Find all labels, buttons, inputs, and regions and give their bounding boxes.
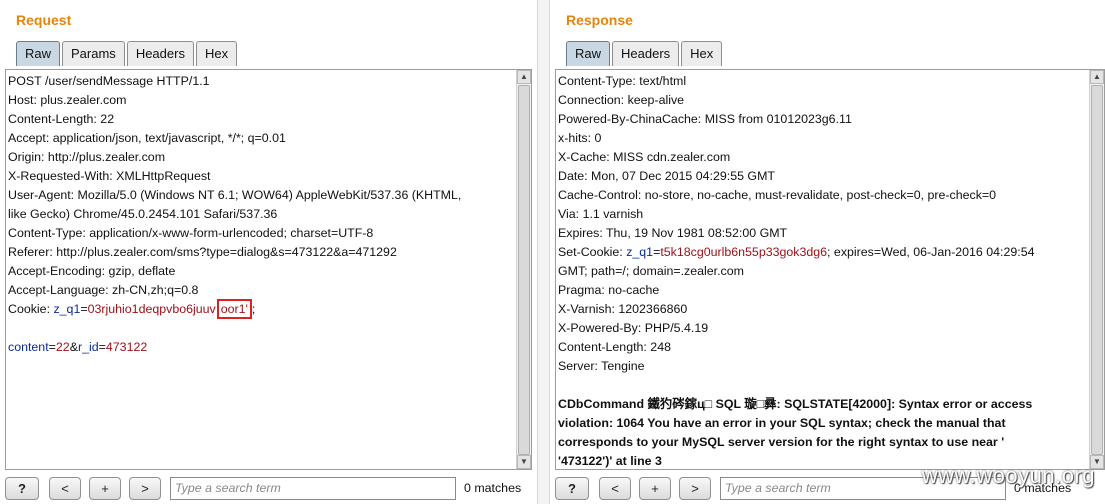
response-text[interactable]: Content-Type: text/html Connection: keep…: [558, 72, 1088, 469]
request-cookie-line: Cookie: z_q1=03rjuhio1deqpvbo6juuv oor1';: [8, 299, 515, 319]
request-line: User-Agent: Mozilla/5.0 (Windows NT 6.1;…: [8, 188, 462, 202]
response-prev-button[interactable]: <: [599, 476, 631, 500]
response-tab-raw[interactable]: Raw: [566, 41, 611, 66]
scroll-up-icon[interactable]: ▲: [1090, 70, 1104, 84]
response-line: Connection: keep-alive: [558, 93, 685, 107]
request-scrollbar[interactable]: ▲ ▼: [516, 70, 531, 469]
request-match-count: 0 matches: [464, 481, 522, 495]
request-line: Accept-Encoding: gzip, deflate: [8, 264, 176, 278]
response-panel: Response Raw Headers Hex Content-Type: t…: [550, 0, 1105, 504]
cookie-eq: =: [80, 302, 88, 316]
request-line: POST /user/sendMessage HTTP/1.1: [8, 74, 210, 88]
request-add-button[interactable]: +: [89, 476, 121, 500]
response-line: Via: 1.1 varnish: [558, 207, 644, 221]
request-line: Content-Length: 22: [8, 112, 115, 126]
body-param-rid-key: r_id: [77, 340, 99, 354]
set-cookie-name: z_q1: [626, 245, 654, 259]
request-line: Accept-Language: zh-CN,zh;q=0.8: [8, 283, 199, 297]
request-search-bar: ? < + > 0 matches: [5, 474, 521, 502]
cookie-name: z_q1: [53, 302, 81, 316]
response-line: Server: Tengine: [558, 359, 645, 373]
response-line: Cache-Control: no-store, no-cache, must-…: [558, 188, 997, 202]
request-next-button[interactable]: >: [129, 476, 161, 500]
request-line: like Gecko) Chrome/45.0.2454.101 Safari/…: [8, 207, 278, 221]
response-tabs: Raw Headers Hex: [566, 41, 724, 67]
response-set-cookie-line: Set-Cookie: z_q1=t5k18cg0urlb6n55p33gok3…: [558, 243, 1088, 262]
scroll-thumb[interactable]: [1091, 85, 1103, 455]
sql-error-line: corresponds to your MySQL server version…: [558, 435, 1005, 449]
response-editor[interactable]: Content-Type: text/html Connection: keep…: [555, 69, 1105, 470]
response-line: Powered-By-ChinaCache: MISS from 0101202…: [558, 112, 852, 126]
body-param-rid-value: 473122: [105, 340, 148, 354]
cookie-suffix: ;: [251, 302, 256, 316]
request-title: Request: [16, 12, 72, 28]
body-amp: &: [69, 340, 78, 354]
body-param-content-key: content: [8, 340, 49, 354]
request-search-input[interactable]: [170, 476, 456, 500]
response-line: X-Cache: MISS cdn.zealer.com: [558, 150, 731, 164]
request-blank-line: [8, 319, 515, 338]
panel-splitter[interactable]: [537, 0, 550, 504]
response-add-button[interactable]: +: [639, 476, 671, 500]
set-cookie-prefix: Set-Cookie:: [558, 245, 627, 259]
request-body-line: content=22&r_id=473122: [8, 338, 515, 357]
request-line: Accept: application/json, text/javascrip…: [8, 131, 286, 145]
body-eq: =: [98, 340, 106, 354]
response-line: Date: Mon, 07 Dec 2015 04:29:55 GMT: [558, 169, 775, 183]
response-search-input[interactable]: [720, 476, 1006, 500]
response-tab-headers[interactable]: Headers: [612, 41, 680, 66]
response-search-bar: ? < + > 0 matches: [555, 474, 1071, 502]
body-eq: =: [48, 340, 56, 354]
response-line: X-Varnish: 1202366860: [558, 302, 688, 316]
response-blank-line: [558, 376, 1088, 395]
request-tab-params[interactable]: Params: [62, 41, 125, 66]
body-param-content-value: 22: [55, 340, 70, 354]
cookie-prefix: Cookie:: [8, 302, 54, 316]
response-line: Expires: Thu, 19 Nov 1981 08:52:00 GMT: [558, 226, 788, 240]
sql-error-line: '473122')' at line 3: [558, 454, 662, 468]
response-line: Content-Length: 248: [558, 340, 671, 354]
response-help-button[interactable]: ?: [555, 476, 589, 500]
response-match-count: 0 matches: [1014, 481, 1072, 495]
cookie-value: 03rjuhio1deqpvbo6juuv: [87, 302, 216, 316]
request-prev-button[interactable]: <: [49, 476, 81, 500]
request-tabs: Raw Params Headers Hex: [16, 41, 239, 67]
request-line: Origin: http://plus.zealer.com: [8, 150, 166, 164]
request-line: X-Requested-With: XMLHttpRequest: [8, 169, 211, 183]
sql-error-line: violation: 1064 You have an error in you…: [558, 416, 1006, 430]
request-panel: Request Raw Params Headers Hex POST /use…: [0, 0, 537, 504]
response-line: x-hits: 0: [558, 131, 602, 145]
request-editor[interactable]: POST /user/sendMessage HTTP/1.1 Host: pl…: [5, 69, 532, 470]
sql-error-line: CDbCommand 鐵犳硶鎵ц□ SQL 璇□彞: SQLSTATE[4200…: [558, 397, 1033, 411]
request-help-button[interactable]: ?: [5, 476, 39, 500]
scroll-thumb[interactable]: [518, 85, 530, 455]
response-line: Pragma: no-cache: [558, 283, 660, 297]
response-title: Response: [566, 12, 633, 28]
response-next-button[interactable]: >: [679, 476, 711, 500]
response-scrollbar[interactable]: ▲ ▼: [1089, 70, 1104, 469]
request-line: Content-Type: application/x-www-form-url…: [8, 226, 374, 240]
response-line: GMT; path=/; domain=.zealer.com: [558, 264, 744, 278]
set-cookie-value: t5k18cg0urlb6n55p33gok3dg6: [660, 245, 828, 259]
injected-payload-highlight: oor1': [216, 299, 252, 319]
request-line: Host: plus.zealer.com: [8, 93, 127, 107]
request-tab-headers[interactable]: Headers: [126, 41, 194, 66]
response-tab-hex[interactable]: Hex: [681, 41, 723, 66]
request-tab-hex[interactable]: Hex: [195, 41, 238, 66]
scroll-down-icon[interactable]: ▼: [517, 455, 531, 469]
request-line: Referer: http://plus.zealer.com/sms?type…: [8, 245, 397, 259]
response-line: Content-Type: text/html: [558, 74, 687, 88]
scroll-up-icon[interactable]: ▲: [517, 70, 531, 84]
set-cookie-rest: ; expires=Wed, 06-Jan-2016 04:29:54: [827, 245, 1035, 259]
request-tab-raw[interactable]: Raw: [16, 41, 61, 66]
request-text[interactable]: POST /user/sendMessage HTTP/1.1 Host: pl…: [8, 72, 515, 469]
scroll-down-icon[interactable]: ▼: [1090, 455, 1104, 469]
response-line: X-Powered-By: PHP/5.4.19: [558, 321, 709, 335]
